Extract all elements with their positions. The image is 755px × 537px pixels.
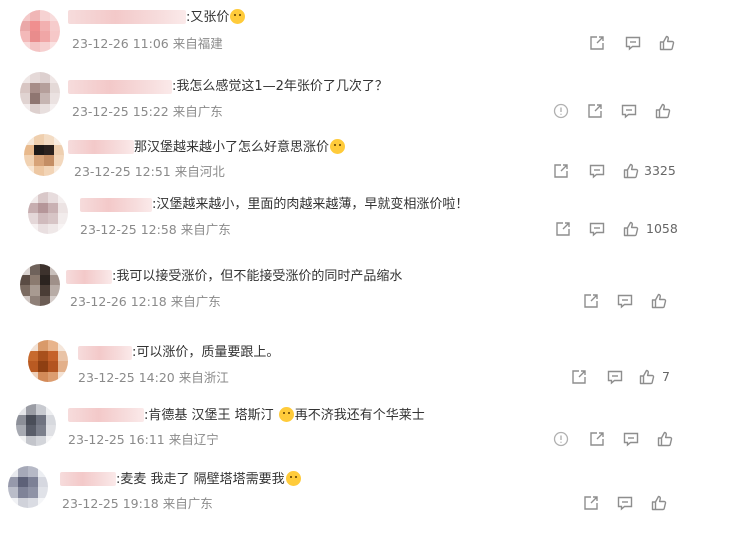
like-icon[interactable] xyxy=(638,368,656,386)
like-icon[interactable] xyxy=(658,34,676,52)
share-icon[interactable] xyxy=(586,102,604,120)
like-count: 7 xyxy=(662,369,670,384)
comment-icon[interactable] xyxy=(606,368,624,386)
cat-emoji-icon xyxy=(278,407,294,422)
comment-actions xyxy=(552,102,702,120)
comment-meta: 23-12-26 11:06 来自福建 xyxy=(72,36,223,51)
comment-text: :我怎么感觉这1—2年张价了几次了？ xyxy=(172,79,388,94)
comment-meta: 23-12-25 16:11 来自辽宁 xyxy=(68,432,219,447)
like-icon[interactable] xyxy=(650,292,668,310)
report-icon[interactable] xyxy=(552,102,570,120)
comment-icon[interactable] xyxy=(620,102,638,120)
username[interactable] xyxy=(68,10,186,24)
comment-meta: 23-12-25 14:20 来自浙江 xyxy=(78,370,229,385)
comment-actions xyxy=(588,34,698,52)
smirk-emoji-icon xyxy=(330,139,346,154)
comment-meta: 23-12-25 15:22 来自广东 xyxy=(72,104,223,119)
username[interactable] xyxy=(68,80,172,94)
share-icon[interactable] xyxy=(570,368,588,386)
share-icon[interactable] xyxy=(582,292,600,310)
comment-text: :麦麦 我走了 隔壁塔塔需要我 xyxy=(116,471,302,488)
share-icon[interactable] xyxy=(582,494,600,512)
comment-actions: 1058 xyxy=(554,220,704,238)
comment-text: :又张价 xyxy=(186,9,246,26)
comment-text: :汉堡越来越小，里面的肉越来越薄，早就变相涨价啦！ xyxy=(152,197,469,212)
comment-icon[interactable] xyxy=(588,162,606,180)
report-icon[interactable] xyxy=(552,430,570,448)
username[interactable] xyxy=(60,472,116,486)
comment-meta: 23-12-26 12:18 来自广东 xyxy=(70,294,221,309)
avatar[interactable] xyxy=(20,264,60,306)
comment-actions: 7 xyxy=(570,368,680,386)
comment-text: :肯德基 汉堡王 塔斯汀 再不济我还有个华莱士 xyxy=(144,407,425,423)
share-icon[interactable] xyxy=(554,220,572,238)
comment-actions xyxy=(552,430,702,448)
comment-icon[interactable] xyxy=(616,292,634,310)
username[interactable] xyxy=(78,346,132,360)
share-icon[interactable] xyxy=(588,430,606,448)
avatar[interactable] xyxy=(8,466,48,508)
like-icon[interactable] xyxy=(654,102,672,120)
comment-text: :可以涨价，质量要跟上。 xyxy=(132,345,280,360)
share-icon[interactable] xyxy=(588,34,606,52)
username[interactable] xyxy=(68,408,144,422)
cat-emoji-icon xyxy=(285,471,301,486)
comment-icon[interactable] xyxy=(622,430,640,448)
avatar[interactable] xyxy=(16,404,56,446)
avatar[interactable] xyxy=(20,10,60,52)
comment-icon[interactable] xyxy=(624,34,642,52)
share-icon[interactable] xyxy=(552,162,570,180)
username[interactable] xyxy=(68,140,134,154)
like-icon[interactable] xyxy=(622,220,640,238)
like-icon[interactable] xyxy=(656,430,674,448)
username[interactable] xyxy=(66,270,112,284)
like-icon[interactable] xyxy=(622,162,640,180)
avatar[interactable] xyxy=(24,134,64,176)
comment-meta: 23-12-25 12:58 来自广东 xyxy=(80,222,231,237)
comment-meta: 23-12-25 12:51 来自河北 xyxy=(74,164,225,179)
comment-icon[interactable] xyxy=(588,220,606,238)
like-count: 3325 xyxy=(644,163,676,178)
avatar[interactable] xyxy=(28,340,68,382)
comment-actions xyxy=(582,494,692,512)
username[interactable] xyxy=(80,198,152,212)
comment-text: 那汉堡越来越小了怎么好意思涨价 xyxy=(134,139,346,156)
avatar[interactable] xyxy=(20,72,60,114)
comment-actions: 3325 xyxy=(552,162,702,180)
comment-actions xyxy=(582,292,692,310)
comment-icon[interactable] xyxy=(616,494,634,512)
like-icon[interactable] xyxy=(650,494,668,512)
avatar[interactable] xyxy=(28,192,68,234)
like-count: 1058 xyxy=(646,221,678,236)
surprised-emoji-icon xyxy=(230,9,246,24)
comment-text: :我可以接受涨价，但不能接受涨价的同时产品缩水 xyxy=(112,269,403,284)
comment-meta: 23-12-25 19:18 来自广东 xyxy=(62,496,213,511)
